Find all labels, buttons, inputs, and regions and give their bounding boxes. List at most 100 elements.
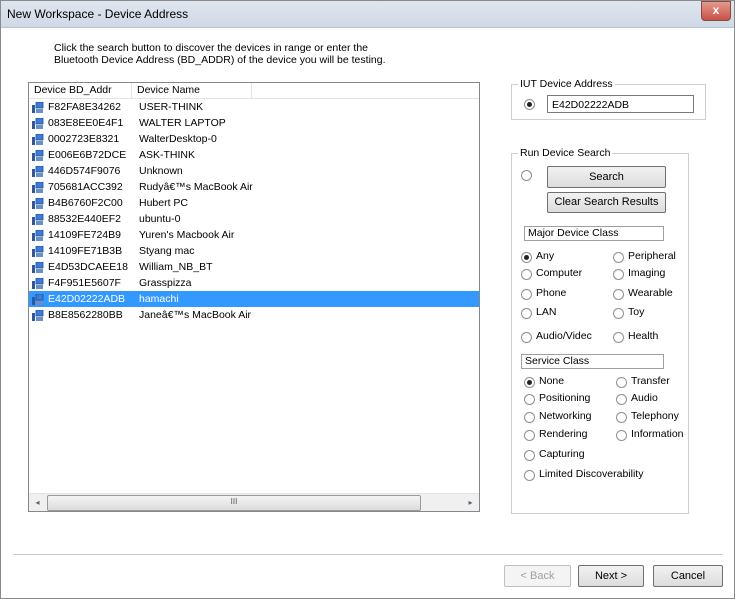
option-label[interactable]: Information bbox=[631, 428, 684, 440]
option-label[interactable]: LAN bbox=[536, 306, 556, 318]
bluetooth-device-icon bbox=[32, 150, 44, 161]
option-radio[interactable] bbox=[524, 430, 535, 441]
option-label[interactable]: Computer bbox=[536, 267, 582, 279]
search-radio[interactable] bbox=[521, 170, 532, 181]
device-row[interactable]: E4D53DCAEE18 William_NB_BT bbox=[29, 259, 479, 275]
option-radio[interactable] bbox=[616, 394, 627, 405]
option-radio[interactable] bbox=[616, 430, 627, 441]
device-name: WalterDesktop-0 bbox=[139, 133, 217, 145]
option-radio[interactable] bbox=[613, 252, 624, 263]
device-row[interactable]: 88532E440EF2 ubuntu-0 bbox=[29, 211, 479, 227]
device-row[interactable]: 083E8EE0E4F1 WALTER LAPTOP bbox=[29, 115, 479, 131]
option-label[interactable]: Transfer bbox=[631, 375, 670, 387]
device-list[interactable]: Device BD_Addr Device Name F82FA8E34262 U… bbox=[28, 82, 480, 512]
scroll-left-arrow-icon[interactable]: ◂ bbox=[29, 494, 46, 511]
option-label[interactable]: Capturing bbox=[539, 448, 585, 460]
device-name: ASK-THINK bbox=[139, 149, 196, 161]
next-button[interactable]: Next > bbox=[578, 565, 644, 587]
clear-results-button[interactable]: Clear Search Results bbox=[547, 192, 666, 213]
device-name: Yuren's Macbook Air bbox=[139, 229, 235, 241]
device-addr: 14109FE724B9 bbox=[48, 229, 121, 241]
device-row[interactable]: F82FA8E34262 USER-THINK bbox=[29, 99, 479, 115]
client-area: Click the search button to discover the … bbox=[1, 28, 734, 598]
option-label[interactable]: Toy bbox=[628, 306, 644, 318]
option-label[interactable]: Wearable bbox=[628, 287, 673, 299]
bluetooth-device-icon bbox=[32, 182, 44, 193]
option-radio[interactable] bbox=[613, 289, 624, 300]
option-radio[interactable] bbox=[524, 450, 535, 461]
option-label[interactable]: Networking bbox=[539, 410, 592, 422]
scroll-thumb[interactable]: III bbox=[47, 495, 421, 511]
option-radio[interactable] bbox=[521, 252, 532, 263]
device-addr: B4B6760F2C00 bbox=[48, 197, 123, 209]
scroll-right-arrow-icon[interactable]: ▸ bbox=[462, 494, 479, 511]
device-addr: F4F951E5607F bbox=[48, 277, 121, 289]
option-radio[interactable] bbox=[616, 377, 627, 388]
search-button[interactable]: Search bbox=[547, 166, 666, 188]
back-button[interactable]: < Back bbox=[504, 565, 571, 587]
list-header: Device BD_Addr Device Name bbox=[29, 83, 479, 99]
bluetooth-device-icon bbox=[32, 294, 44, 305]
device-name: Grasspizza bbox=[139, 277, 192, 289]
device-row[interactable]: 705681ACC392 Rudyâ€™s MacBook Air bbox=[29, 179, 479, 195]
device-addr: E42D02222ADB bbox=[48, 293, 126, 305]
option-radio[interactable] bbox=[524, 377, 535, 388]
option-label[interactable]: Rendering bbox=[539, 428, 587, 440]
iut-radio[interactable] bbox=[524, 99, 535, 110]
device-name: William_NB_BT bbox=[139, 261, 213, 273]
bluetooth-device-icon bbox=[32, 230, 44, 241]
option-radio[interactable] bbox=[524, 412, 535, 423]
option-radio[interactable] bbox=[613, 332, 624, 343]
device-addr: 083E8EE0E4F1 bbox=[48, 117, 124, 129]
option-radio[interactable] bbox=[521, 289, 532, 300]
device-row[interactable]: E006E6B72DCE ASK-THINK bbox=[29, 147, 479, 163]
device-rows: F82FA8E34262 USER-THINK 083E8EE0E4F1 WALTER… bbox=[29, 99, 479, 323]
device-row[interactable]: F4F951E5607F Grasspizza bbox=[29, 275, 479, 291]
option-radio[interactable] bbox=[613, 269, 624, 280]
option-label[interactable]: Health bbox=[628, 330, 658, 342]
device-addr: E4D53DCAEE18 bbox=[48, 261, 128, 273]
title-bar: New Workspace - Device Address x bbox=[1, 1, 734, 28]
iut-legend: IUT Device Address bbox=[518, 78, 615, 90]
device-addr: 446D574F9076 bbox=[48, 165, 121, 177]
option-radio[interactable] bbox=[524, 470, 535, 481]
close-button[interactable]: x bbox=[701, 1, 731, 21]
device-addr: 705681ACC392 bbox=[48, 181, 123, 193]
option-label[interactable]: Telephony bbox=[631, 410, 679, 422]
device-row[interactable]: E42D02222ADB hamachi bbox=[29, 291, 479, 307]
device-addr: 88532E440EF2 bbox=[48, 213, 121, 225]
device-row[interactable]: B4B6760F2C00 Hubert PC bbox=[29, 195, 479, 211]
option-label[interactable]: Imaging bbox=[628, 267, 665, 279]
device-row[interactable]: 446D574F9076 Unknown bbox=[29, 163, 479, 179]
device-row[interactable]: 0002723E8321 WalterDesktop-0 bbox=[29, 131, 479, 147]
option-radio[interactable] bbox=[616, 412, 627, 423]
option-label[interactable]: Any bbox=[536, 250, 554, 262]
column-header-name[interactable]: Device Name bbox=[132, 83, 252, 98]
bluetooth-device-icon bbox=[32, 118, 44, 129]
option-label[interactable]: Phone bbox=[536, 287, 566, 299]
option-radio[interactable] bbox=[521, 308, 532, 319]
device-name: Styang mac bbox=[139, 245, 195, 257]
option-label[interactable]: Positioning bbox=[539, 392, 590, 404]
iut-address-input[interactable]: E42D02222ADB bbox=[547, 95, 694, 113]
option-radio[interactable] bbox=[613, 308, 624, 319]
option-radio[interactable] bbox=[521, 332, 532, 343]
bluetooth-device-icon bbox=[32, 246, 44, 257]
option-label[interactable]: Audio bbox=[631, 392, 658, 404]
option-label[interactable]: None bbox=[539, 375, 564, 387]
column-header-addr[interactable]: Device BD_Addr bbox=[29, 83, 132, 98]
device-name: Unknown bbox=[139, 165, 183, 177]
bluetooth-device-icon bbox=[32, 166, 44, 177]
major-class-header: Major Device Class bbox=[524, 226, 664, 241]
option-radio[interactable] bbox=[524, 394, 535, 405]
option-label[interactable]: Limited Discoverability bbox=[539, 468, 643, 480]
option-label[interactable]: Peripheral bbox=[628, 250, 676, 262]
option-radio[interactable] bbox=[521, 269, 532, 280]
cancel-button[interactable]: Cancel bbox=[653, 565, 723, 587]
device-addr: E006E6B72DCE bbox=[48, 149, 127, 161]
device-row[interactable]: 14109FE724B9 Yuren's Macbook Air bbox=[29, 227, 479, 243]
device-row[interactable]: B8E8562280BB Janeâ€™s MacBook Air bbox=[29, 307, 479, 323]
device-row[interactable]: 14109FE71B3B Styang mac bbox=[29, 243, 479, 259]
option-label[interactable]: Audio/Videc bbox=[536, 330, 592, 342]
horizontal-scrollbar[interactable]: ◂ III ▸ bbox=[29, 493, 479, 511]
